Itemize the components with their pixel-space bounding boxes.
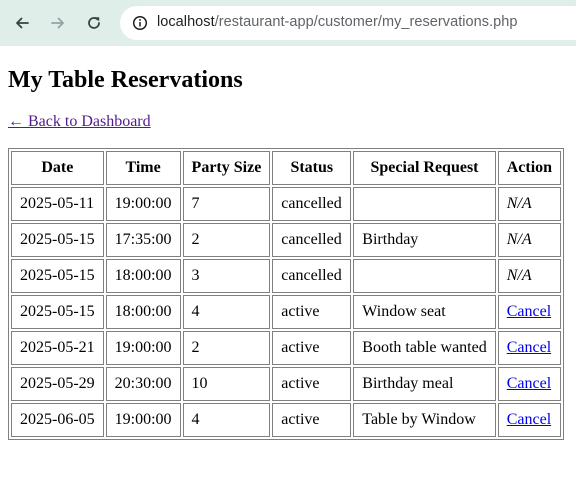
cell-time: 19:00:00 [105, 331, 181, 365]
cell-party-size: 7 [182, 187, 271, 221]
table-row: 2025-05-11 19:00:00 7 cancelled N/A [11, 187, 562, 221]
table-row: 2025-05-21 19:00:00 2 active Booth table… [11, 331, 562, 365]
cell-party-size: 3 [182, 259, 271, 293]
cell-time: 19:00:00 [105, 403, 181, 437]
cell-status: cancelled [272, 187, 352, 221]
cell-special-request: Window seat [353, 295, 496, 329]
cell-date: 2025-06-05 [11, 403, 104, 437]
cell-time: 18:00:00 [105, 259, 181, 293]
header-action: Action [497, 151, 562, 185]
cell-date: 2025-05-15 [11, 223, 104, 257]
header-special-request: Special Request [353, 151, 496, 185]
address-bar[interactable]: localhost/restaurant-app/customer/my_res… [120, 6, 576, 40]
cancel-reservation-link[interactable]: Cancel [507, 375, 551, 392]
cell-special-request: Booth table wanted [353, 331, 496, 365]
cell-time: 19:00:00 [105, 187, 181, 221]
cancel-reservation-link[interactable]: Cancel [507, 339, 551, 356]
reservations-table: Date Time Party Size Status Special Requ… [8, 148, 565, 440]
table-row: 2025-06-05 19:00:00 4 active Table by Wi… [11, 403, 562, 437]
cell-time: 18:00:00 [105, 295, 181, 329]
cell-special-request: Birthday [353, 223, 496, 257]
browser-toolbar: localhost/restaurant-app/customer/my_res… [0, 0, 576, 46]
table-row: 2025-05-15 18:00:00 3 cancelled N/A [11, 259, 562, 293]
forward-button[interactable] [44, 9, 72, 37]
cell-action-na: N/A [497, 223, 562, 257]
cell-special-request [353, 259, 496, 293]
cell-party-size: 2 [182, 223, 271, 257]
cell-action-na: N/A [497, 187, 562, 221]
cell-date: 2025-05-11 [11, 187, 104, 221]
reload-button[interactable] [80, 9, 108, 37]
table-row: 2025-05-29 20:30:00 10 active Birthday m… [11, 367, 562, 401]
cell-time: 17:35:00 [105, 223, 181, 257]
cell-party-size: 2 [182, 331, 271, 365]
cell-action: Cancel [497, 403, 562, 437]
back-button[interactable] [8, 9, 36, 37]
cell-status: cancelled [272, 223, 352, 257]
cell-party-size: 4 [182, 295, 271, 329]
url-host: localhost [157, 14, 215, 30]
cell-status: active [272, 367, 352, 401]
arrow-right-icon [51, 17, 64, 29]
cell-date: 2025-05-21 [11, 331, 104, 365]
cell-action: Cancel [497, 295, 562, 329]
header-time: Time [105, 151, 181, 185]
table-header-row: Date Time Party Size Status Special Requ… [11, 151, 562, 185]
cell-status: active [272, 331, 352, 365]
site-info-icon [132, 15, 148, 31]
cell-special-request: Table by Window [353, 403, 496, 437]
back-to-dashboard-link[interactable]: ← Back to Dashboard [8, 113, 151, 131]
cell-date: 2025-05-29 [11, 367, 104, 401]
cell-special-request [353, 187, 496, 221]
cell-status: active [272, 295, 352, 329]
cell-special-request: Birthday meal [353, 367, 496, 401]
cell-status: cancelled [272, 259, 352, 293]
page-title: My Table Reservations [8, 67, 243, 93]
cell-date: 2025-05-15 [11, 259, 104, 293]
reload-icon [88, 17, 100, 29]
cell-time: 20:30:00 [105, 367, 181, 401]
url-text[interactable]: localhost/restaurant-app/customer/my_res… [157, 14, 518, 30]
url-path: /restaurant-app/customer/my_reservations… [214, 14, 518, 30]
cell-date: 2025-05-15 [11, 295, 104, 329]
arrow-left-icon [16, 17, 29, 29]
table-row: 2025-05-15 17:35:00 2 cancelled Birthday… [11, 223, 562, 257]
cell-party-size: 10 [182, 367, 271, 401]
header-status: Status [272, 151, 352, 185]
table-row: 2025-05-15 18:00:00 4 active Window seat… [11, 295, 562, 329]
site-info-button[interactable] [128, 11, 152, 35]
cell-status: active [272, 403, 352, 437]
header-date: Date [11, 151, 104, 185]
cell-party-size: 4 [182, 403, 271, 437]
cell-action: Cancel [497, 331, 562, 365]
cell-action: Cancel [497, 367, 562, 401]
cancel-reservation-link[interactable]: Cancel [507, 411, 551, 428]
header-party-size: Party Size [182, 151, 271, 185]
cell-action-na: N/A [497, 259, 562, 293]
cancel-reservation-link[interactable]: Cancel [507, 303, 551, 320]
